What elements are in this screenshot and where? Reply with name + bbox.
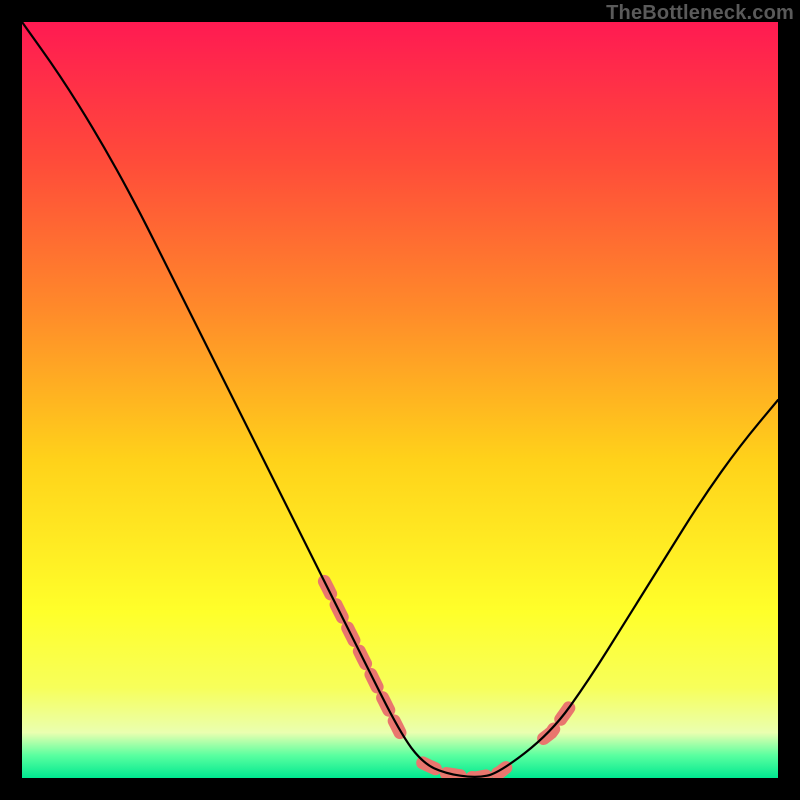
bottleneck-curve-path [22,22,778,777]
highlight-group [324,581,574,778]
chart-frame: TheBottleneck.com [0,0,800,800]
watermark-text: TheBottleneck.com [606,2,794,25]
chart-plot-area [22,22,778,778]
chart-svg [22,22,778,778]
